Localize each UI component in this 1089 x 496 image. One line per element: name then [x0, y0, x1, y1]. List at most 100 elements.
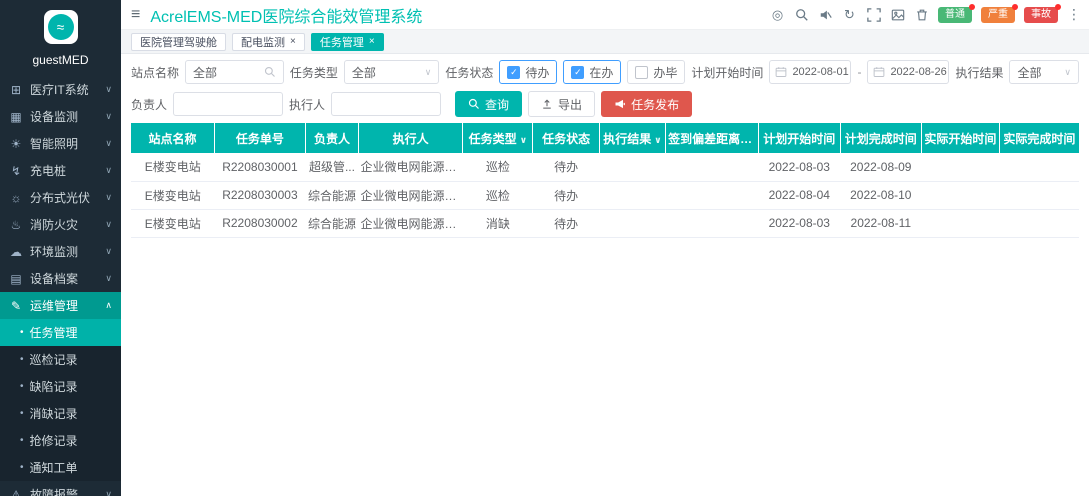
bullet-icon: •: [20, 435, 24, 446]
close-icon[interactable]: ×: [369, 37, 375, 47]
sidebar-item-medical-it[interactable]: ⊞ 医疗IT系统 ∨: [0, 76, 121, 103]
column-header-label: 任务类型: [469, 132, 517, 146]
chevron-down-icon: ∨: [425, 67, 432, 78]
status-filter-todo[interactable]: ✓ 待办: [499, 60, 557, 84]
table-header-row: 站点名称任务单号负责人执行人任务类型∨任务状态执行结果∨签到偏差距离(m)计划开…: [131, 123, 1079, 153]
table-cell: 待办: [533, 209, 599, 237]
sidebar-item-charging-pile[interactable]: ↯ 充电桩 ∨: [0, 157, 121, 184]
refresh-icon[interactable]: ↻: [842, 7, 857, 22]
sidebar-subitem-notification-workorder[interactable]: • 通知工单: [0, 454, 121, 481]
sort-caret-icon[interactable]: ∨: [654, 135, 661, 145]
sidebar-item-fault-alarm[interactable]: ⚠ 故障报警 ∨: [0, 481, 121, 496]
tab-task-management[interactable]: 任务管理 ×: [311, 33, 384, 51]
sidebar-subitem-repair-records[interactable]: • 抢修记录: [0, 427, 121, 454]
table-cell: [922, 181, 1000, 209]
search-icon[interactable]: [794, 7, 809, 22]
table-cell: [599, 181, 665, 209]
publish-task-button[interactable]: 任务发布: [601, 91, 692, 117]
column-header: 任务状态: [533, 123, 599, 153]
badge-count-dot: [1012, 4, 1018, 10]
column-header[interactable]: 执行结果∨: [599, 123, 665, 153]
sidebar-subitem-task-management[interactable]: • 任务管理: [0, 319, 121, 346]
status-option-label: 办毕: [653, 64, 677, 81]
alarm-badge-accident[interactable]: 事故: [1024, 7, 1058, 23]
sidebar-item-ops-management[interactable]: ✎ 运维管理 ∧: [0, 292, 121, 319]
executor-input[interactable]: [339, 97, 433, 111]
export-button[interactable]: 导出: [528, 91, 595, 117]
sidebar-item-device-monitor[interactable]: ▦ 设备监测 ∨: [0, 103, 121, 130]
table-cell: 待办: [533, 153, 599, 181]
topbar-actions: ◎ ↻ 普通: [770, 6, 1081, 23]
search-button-label: 查询: [485, 96, 509, 113]
tab-hospital-cockpit[interactable]: 医院管理驾驶舱: [131, 33, 226, 51]
column-header-label: 计划完成时间: [845, 132, 917, 146]
username: guestMED: [0, 48, 121, 76]
sidebar-item-environment[interactable]: ☁ 环境监测 ∨: [0, 238, 121, 265]
column-header-label: 站点名称: [148, 132, 196, 146]
checkbox-unchecked-icon[interactable]: [635, 66, 648, 79]
table-cell: [666, 153, 759, 181]
bullet-icon: •: [20, 381, 24, 392]
sidebar-item-fire[interactable]: ♨ 消防火灾 ∨: [0, 211, 121, 238]
table-cell: 综合能源: [305, 181, 358, 209]
search-icon[interactable]: [264, 66, 276, 78]
table-cell: [999, 181, 1079, 209]
task-type-select[interactable]: 全部 ∨: [344, 60, 439, 84]
checkbox-checked-icon[interactable]: ✓: [507, 66, 520, 79]
plan-end-date-picker[interactable]: 2022-08-26: [867, 60, 949, 84]
charging-icon: ↯: [9, 164, 23, 178]
sidebar-item-smart-lighting[interactable]: ☀ 智能照明 ∨: [0, 130, 121, 157]
status-filter-inprogress[interactable]: ✓ 在办: [563, 60, 621, 84]
chevron-down-icon: ∨: [105, 138, 112, 149]
exec-result-value: 全部: [1017, 64, 1041, 81]
column-header: 负责人: [305, 123, 358, 153]
gallery-icon[interactable]: [890, 7, 905, 22]
owner-input[interactable]: [181, 97, 275, 111]
bullet-icon: •: [20, 408, 24, 419]
table-cell: [922, 153, 1000, 181]
table-row[interactable]: E楼变电站R2208030002综合能源企业微电网能源管...消缺待办2022-…: [131, 209, 1079, 237]
sidebar-subitem-defect-records[interactable]: • 缺陷记录: [0, 373, 121, 400]
search-button[interactable]: 查询: [455, 91, 522, 117]
more-icon[interactable]: ⋮: [1067, 6, 1081, 23]
sidebar-subitem-inspection-records[interactable]: • 巡检记录: [0, 346, 121, 373]
column-header: 实际完成时间: [999, 123, 1079, 153]
exec-result-select[interactable]: 全部 ∨: [1009, 60, 1079, 84]
mute-icon[interactable]: [818, 7, 833, 22]
tab-power-distribution[interactable]: 配电监测 ×: [232, 33, 305, 51]
sort-caret-icon[interactable]: ∨: [520, 135, 527, 145]
medical-it-icon: ⊞: [9, 83, 23, 97]
column-header-label: 任务单号: [236, 132, 284, 146]
column-header: 计划开始时间: [759, 123, 841, 153]
help-icon[interactable]: ◎: [770, 7, 785, 22]
checkbox-checked-icon[interactable]: ✓: [571, 66, 584, 79]
column-header[interactable]: 任务类型∨: [463, 123, 533, 153]
table-cell: E楼变电站: [131, 153, 214, 181]
alarm-badge-serious[interactable]: 严重: [981, 7, 1015, 23]
plan-start-date-picker[interactable]: 2022-08-01: [769, 60, 851, 84]
status-filter-done[interactable]: 办毕: [627, 60, 685, 84]
column-header-label: 签到偏差距离(m): [668, 132, 758, 146]
table-row[interactable]: E楼变电站R2208030001超级管...企业微电网能源管...巡检待办202…: [131, 153, 1079, 181]
alarm-badge-label: 事故: [1031, 9, 1051, 20]
badge-count-dot: [969, 4, 975, 10]
site-name-field: [185, 60, 284, 84]
sidebar-subitem-defect-elimination-records[interactable]: • 消缺记录: [0, 400, 121, 427]
owner-field: [173, 92, 283, 116]
fullscreen-icon[interactable]: [866, 7, 881, 22]
column-header: 实际开始时间: [922, 123, 1000, 153]
sidebar-item-device-archive[interactable]: ▤ 设备档案 ∨: [0, 265, 121, 292]
site-name-input[interactable]: [193, 65, 259, 79]
table-row[interactable]: E楼变电站R2208030003综合能源企业微电网能源管...巡检待办2022-…: [131, 181, 1079, 209]
menu-toggle-icon[interactable]: ≡: [131, 7, 140, 23]
delete-icon[interactable]: [914, 7, 929, 22]
chevron-down-icon: ∨: [105, 192, 112, 203]
alarm-badge-normal[interactable]: 普通: [938, 7, 972, 23]
column-header-label: 实际开始时间: [924, 132, 996, 146]
table-cell: E楼变电站: [131, 181, 214, 209]
close-icon[interactable]: ×: [290, 37, 296, 47]
plan-start-value: 2022-08-01: [792, 66, 848, 78]
bullet-icon: •: [20, 327, 24, 338]
sidebar-subitem-label: 通知工单: [30, 459, 78, 476]
sidebar-item-pv[interactable]: ☼ 分布式光伏 ∨: [0, 184, 121, 211]
